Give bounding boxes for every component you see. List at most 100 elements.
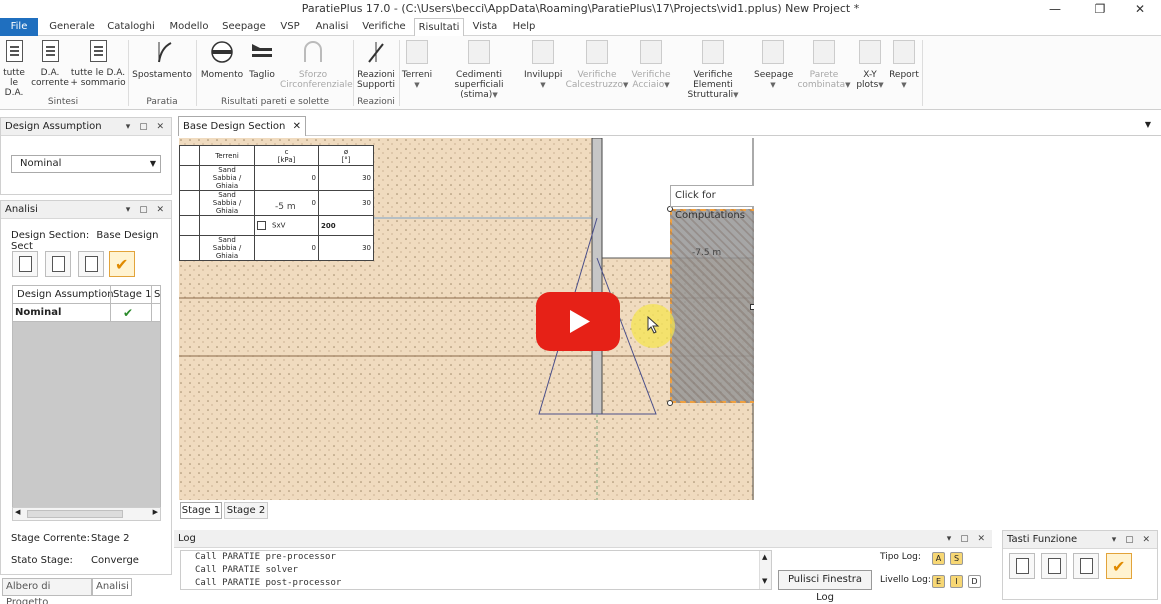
terreni-button[interactable]: Terreni ▼	[401, 40, 433, 90]
check-icon: ✔	[123, 306, 134, 320]
label: [kPa]	[277, 155, 296, 164]
tab-albero-progetto[interactable]: Albero di Progetto	[2, 578, 92, 604]
table-row[interactable]: Nominal ✔	[13, 304, 160, 322]
menu-cataloghi[interactable]: Cataloghi	[102, 18, 160, 36]
menu-analisi[interactable]: Analisi	[310, 18, 354, 36]
panel-controls-icon[interactable]: ▾ ▢ ✕	[126, 201, 167, 219]
seepage-button[interactable]: Seepage ▼	[754, 40, 793, 90]
tipo-log-a-button[interactable]: A	[932, 552, 945, 565]
livello-log-i-button[interactable]: I	[950, 575, 963, 588]
momento-button[interactable]: Momento	[200, 40, 244, 80]
table-row[interactable]: SxV 200	[179, 215, 374, 236]
compute-stage-button[interactable]	[78, 251, 104, 277]
vertical-scrollbar[interactable]: ▲ ▼	[759, 551, 771, 589]
spostamento-button[interactable]: Spostamento	[132, 40, 192, 80]
label: Parete	[809, 70, 839, 80]
tipo-log-s-button[interactable]: S	[950, 552, 963, 565]
table-cell: Sand Sabbia / Ghiaia	[199, 165, 255, 191]
clear-log-button[interactable]: Pulisci Finestra Log	[778, 570, 872, 603]
tab-stage-2[interactable]: Stage 2	[224, 502, 268, 519]
label: Sabbia / Ghiaia	[212, 174, 242, 190]
tutte-da-sommario-button[interactable]: tutte le D.A. + sommario	[70, 40, 126, 88]
computations-tooltip[interactable]: Click for Computations	[670, 185, 754, 221]
scroll-down-icon[interactable]: ▼	[762, 577, 767, 585]
restore-icon[interactable]: ❐	[1085, 0, 1115, 18]
livello-log-d-button[interactable]: D	[968, 575, 981, 588]
parete-combinata-button[interactable]: Parete combinata▼	[796, 40, 852, 90]
confirm-button[interactable]: ✔	[1106, 553, 1132, 579]
report-stack-icon	[1048, 558, 1061, 574]
chevron-down-icon: ▼	[770, 81, 776, 89]
panel-controls-icon[interactable]: ▾ ▢ ✕	[1112, 531, 1153, 549]
menu-help[interactable]: Help	[506, 18, 542, 36]
model-canvas[interactable]: Terreni c [kPa] ø [°] Sand Sabbia / Ghiaia …	[179, 138, 754, 500]
compute-all-button[interactable]	[45, 251, 71, 277]
scroll-up-icon[interactable]: ▲	[762, 553, 767, 561]
taglio-button[interactable]: Taglio	[246, 40, 278, 80]
video-play-button[interactable]	[536, 292, 620, 351]
compute-all-button[interactable]	[1041, 553, 1067, 579]
table-row[interactable]: Sand Sabbia / Ghiaia 0 30	[179, 165, 374, 191]
menu-verifiche[interactable]: Verifiche	[358, 18, 410, 36]
menu-file[interactable]: File	[0, 18, 38, 36]
livello-log-e-button[interactable]: E	[932, 575, 945, 588]
xy-plots-button[interactable]: X-Y plots▼	[854, 40, 886, 90]
inviluppi-button[interactable]: Inviluppi ▼	[524, 40, 562, 90]
menu-vsp[interactable]: VSP	[274, 18, 306, 36]
resize-handle[interactable]	[750, 304, 754, 310]
close-icon[interactable]: ✕	[1125, 0, 1155, 18]
tab-stage-1[interactable]: Stage 1	[180, 502, 222, 519]
da-corrente-button[interactable]: D.A. corrente	[30, 40, 70, 88]
menu-modello[interactable]: Modello	[164, 18, 214, 36]
compute-button[interactable]	[12, 251, 38, 277]
chevron-down-icon: ▼	[664, 81, 670, 89]
report-icon	[1080, 558, 1093, 574]
menu-risultati[interactable]: Risultati	[414, 18, 464, 37]
report-icon	[5, 40, 23, 62]
reazioni-supporti-button[interactable]: Reazioni Supporti	[355, 40, 397, 90]
menu-generale[interactable]: Generale	[46, 18, 98, 36]
envelope-icon	[532, 40, 554, 64]
design-assumption-select[interactable]: Nominal ▼	[11, 155, 161, 173]
row-label: Nominal	[15, 307, 62, 318]
resize-handle[interactable]	[667, 400, 673, 406]
table-row[interactable]: Sand Sabbia / Ghiaia 0 30	[179, 235, 374, 261]
report-icon	[19, 256, 32, 272]
chevron-down-icon[interactable]: ▼	[1145, 120, 1151, 129]
report-icon	[85, 256, 98, 272]
report-button[interactable]: Report ▼	[888, 40, 920, 90]
label: D.A.	[40, 68, 60, 78]
table-cell: Sand Sabbia / Ghiaia	[199, 190, 255, 216]
scroll-right-icon[interactable]: ▶	[153, 508, 158, 516]
label: + sommario	[70, 78, 126, 88]
table-cell	[179, 165, 200, 191]
scroll-left-icon[interactable]: ◀	[15, 508, 20, 516]
compute-button[interactable]	[1009, 553, 1035, 579]
cedimenti-button[interactable]: Cedimenti superficiali (stima)▼	[436, 40, 522, 100]
compute-stage-button[interactable]	[1073, 553, 1099, 579]
tutte-da-button[interactable]: tutte le D.A.	[0, 40, 28, 98]
panel-controls-icon[interactable]: ▾ ▢ ✕	[947, 530, 988, 548]
panel-controls-icon[interactable]: ▾ ▢ ✕	[126, 118, 167, 136]
cursor-icon	[647, 316, 660, 334]
chevron-down-icon: ▼	[733, 91, 739, 99]
minimize-icon[interactable]: —	[1040, 0, 1070, 18]
horizontal-scrollbar[interactable]: ◀ ▶	[12, 507, 161, 521]
confirm-button[interactable]: ✔	[109, 251, 135, 277]
verifiche-elementi-button[interactable]: Verifiche Elementi Strutturali▼	[674, 40, 752, 100]
close-icon[interactable]: ✕	[293, 121, 301, 132]
label: ø	[343, 147, 349, 156]
verifiche-calcestruzzo-button[interactable]: Verifiche Calcestruzzo▼	[564, 40, 630, 90]
tab-base-design-section[interactable]: Base Design Section ✕	[178, 116, 306, 136]
check-icon: ✔	[1112, 557, 1126, 576]
tab-analisi[interactable]: Analisi	[92, 578, 132, 596]
log-output[interactable]: Call PARATIE pre-processor Call PARATIE …	[180, 550, 772, 590]
column-header: Stage 1	[113, 289, 152, 300]
scroll-thumb[interactable]	[27, 510, 123, 518]
sforzo-circonferenziale-button[interactable]: Sforzo Circonferenziale	[280, 40, 353, 90]
menu-vista[interactable]: Vista	[468, 18, 502, 36]
structural-check-icon	[702, 40, 724, 64]
menu-seepage[interactable]: Seepage	[218, 18, 270, 36]
verifiche-acciaio-button[interactable]: Verifiche Acciaio▼	[630, 40, 672, 90]
panel-title: Analisi	[5, 204, 38, 215]
